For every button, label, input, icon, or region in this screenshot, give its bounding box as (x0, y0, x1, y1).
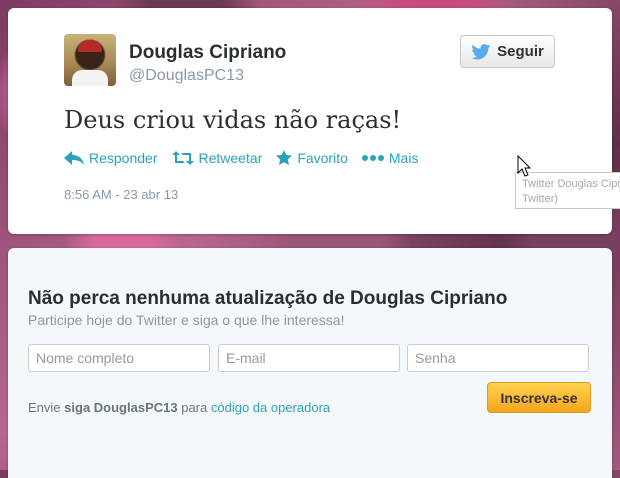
mouse-cursor-icon (517, 155, 531, 177)
sms-prefix: Envie (28, 400, 61, 415)
signup-title: Não perca nenhuma atualização de Douglas… (28, 288, 508, 309)
favorite-label: Favorito (297, 150, 348, 166)
signup-subtitle: Participe hoje do Twitter e siga o que l… (28, 312, 345, 328)
more-action[interactable]: Mais (361, 150, 419, 166)
retweet-action[interactable]: Retweetar (171, 150, 263, 166)
reply-arrow-icon (64, 151, 84, 165)
tweet-actions: Responder Retweetar Favorito Mais (64, 150, 418, 166)
tooltip: Twitter Douglas Cipriano Twitter) (515, 172, 620, 209)
sms-middle: para (181, 400, 208, 415)
reply-label: Responder (89, 150, 158, 166)
more-label: Mais (388, 150, 419, 166)
twitter-bird-icon (471, 43, 491, 60)
follow-button[interactable]: Seguir (460, 35, 555, 68)
author-handle[interactable]: @DouglasPC13 (129, 67, 244, 85)
signup-card: Não perca nenhuma atualização de Douglas… (8, 248, 612, 478)
tooltip-line-1: Twitter Douglas Cipriano (522, 178, 620, 190)
follow-label: Seguir (497, 43, 544, 60)
author-name[interactable]: Douglas Cipriano (129, 42, 286, 64)
more-dots-icon (361, 155, 384, 161)
reply-action[interactable]: Responder (64, 150, 158, 166)
password-field[interactable] (407, 344, 589, 372)
retweet-icon (171, 151, 194, 165)
sms-instructions: Envie siga DouglasPC13 para código da op… (28, 400, 330, 415)
sms-command: siga DouglasPC13 (64, 400, 178, 415)
avatar[interactable] (64, 34, 116, 86)
tweet-timestamp[interactable]: 8:56 AM - 23 abr 13 (64, 187, 178, 202)
email-field[interactable] (218, 344, 400, 372)
retweet-label: Retweetar (198, 150, 263, 166)
full-name-field[interactable] (28, 344, 210, 372)
carrier-code-link[interactable]: código da operadora (211, 400, 330, 415)
signup-button[interactable]: Inscreva-se (487, 382, 591, 413)
tooltip-line-2: Twitter) (522, 193, 559, 205)
favorite-action[interactable]: Favorito (276, 150, 348, 166)
tweet-text: Deus criou vidas não raças! (64, 106, 402, 134)
star-icon (276, 150, 293, 165)
